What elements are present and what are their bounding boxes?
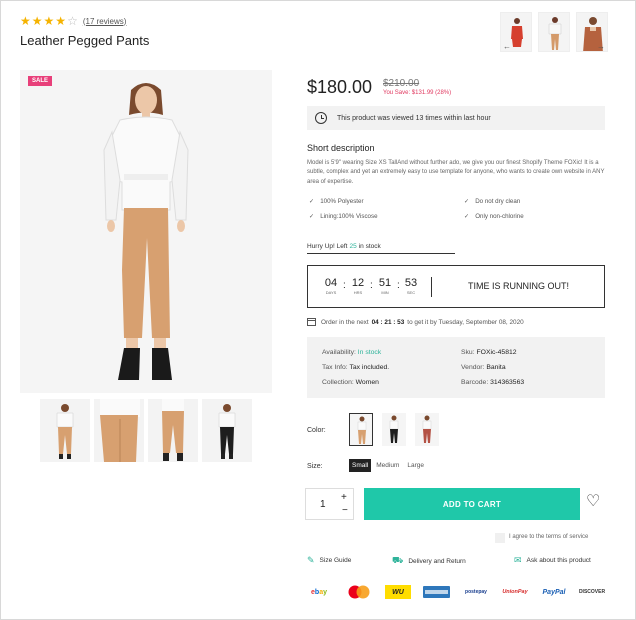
tax-info: Tax Info: Tax included. bbox=[322, 364, 390, 371]
price: $180.00 bbox=[307, 77, 373, 97]
color-swatch-black[interactable] bbox=[382, 413, 406, 446]
model-illustration bbox=[103, 83, 189, 380]
countdown-minutes: 51 MIN bbox=[378, 277, 392, 295]
star-icon: ★ bbox=[43, 14, 55, 28]
feature-item: ✓ Do not dry clean bbox=[464, 198, 521, 205]
plus-icon[interactable]: + bbox=[341, 492, 347, 503]
thumbnail-closeup[interactable] bbox=[94, 399, 144, 462]
collection: Collection: Women bbox=[322, 379, 379, 386]
color-swatch-red[interactable] bbox=[415, 413, 439, 446]
countdown-hours: 12 HRS bbox=[351, 277, 365, 295]
truck-icon: ⛟ bbox=[392, 555, 404, 565]
star-empty-icon: ☆ bbox=[67, 14, 78, 28]
star-icon: ★ bbox=[31, 14, 43, 28]
sale-badge: SALE bbox=[28, 76, 53, 86]
check-icon: ✓ bbox=[464, 198, 470, 205]
size-option-small[interactable]: Small bbox=[349, 459, 372, 472]
countdown-days: 04 DAYS bbox=[324, 277, 338, 295]
size-option-medium[interactable]: Medium bbox=[373, 459, 402, 472]
product-info: Availability: In stock Sku: FOXic-45812 … bbox=[307, 337, 605, 398]
viewed-text: This product was viewed 13 times within … bbox=[337, 114, 491, 122]
sku: Sku: FOXic-45812 bbox=[461, 349, 517, 356]
stock-count: 25 bbox=[349, 243, 357, 250]
feature-item: ✓ Lining:100% Viscose bbox=[309, 213, 378, 220]
stock-notice: Hurry Up! Left 25 in stock bbox=[307, 243, 381, 250]
size-label: Size: bbox=[307, 463, 323, 470]
availability: Availability: In stock bbox=[322, 349, 382, 356]
wishlist-heart-icon[interactable]: ♡ bbox=[586, 494, 600, 510]
terms-checkbox[interactable] bbox=[495, 533, 505, 543]
color-label: Color: bbox=[307, 427, 326, 434]
delivery-link[interactable]: ⛟ Delivery and Return bbox=[392, 555, 466, 567]
size-options: Small Medium Large bbox=[349, 459, 427, 472]
payment-amex-icon bbox=[423, 585, 450, 599]
thumbnail-black[interactable] bbox=[202, 399, 252, 462]
vendor: Vendor: Banita bbox=[461, 364, 506, 371]
feature-item: ✓ Only non-chlorine bbox=[464, 213, 524, 220]
thumbnail-back[interactable] bbox=[148, 399, 198, 462]
countdown-timer: 04 DAYS : 12 HRS : 51 MIN : 53 SEC TIME IS R… bbox=[307, 265, 605, 308]
star-icon: ★ bbox=[20, 14, 31, 28]
payment-ebay: ebay bbox=[311, 588, 327, 596]
ruler-icon: ✎ bbox=[307, 555, 315, 565]
feature-item: ✓ 100% Polyester bbox=[309, 198, 364, 205]
size-option-large[interactable]: Large bbox=[404, 459, 427, 472]
stock-bar bbox=[307, 253, 455, 254]
check-icon: ✓ bbox=[464, 213, 470, 220]
minus-icon[interactable]: − bbox=[342, 505, 348, 516]
payment-discover: DISCOVER bbox=[578, 589, 606, 595]
payment-paypal: PayPal bbox=[542, 588, 566, 596]
clock-icon bbox=[315, 112, 327, 124]
top-thumbnails bbox=[500, 12, 608, 52]
calendar-icon bbox=[307, 318, 316, 326]
mail-icon: ✉ bbox=[514, 555, 522, 565]
star-icon: ★ bbox=[55, 14, 67, 28]
check-icon: ✓ bbox=[309, 198, 315, 205]
old-price: $210.00 bbox=[383, 78, 420, 89]
payment-wu: WU bbox=[385, 585, 411, 599]
thumbnail-front[interactable] bbox=[40, 399, 90, 462]
thumb-prev-arrow[interactable]: ← bbox=[503, 42, 511, 51]
countdown-seconds: 53 SEC bbox=[404, 277, 418, 295]
main-product-image[interactable]: SALE bbox=[20, 70, 272, 393]
payment-mastercard-icon bbox=[345, 585, 373, 599]
viewed-notice: This product was viewed 13 times within … bbox=[307, 106, 605, 130]
product-title: Leather Pegged Pants bbox=[20, 33, 150, 48]
rating: ★ ★ ★ ★ ☆ (17 reviews) bbox=[20, 15, 126, 27]
short-description-title: Short description bbox=[307, 143, 375, 153]
you-save: You Save: $131.99 (28%) bbox=[383, 90, 452, 96]
order-time: 04 : 21 : 53 bbox=[371, 318, 405, 326]
countdown-message: TIME IS RUNNING OUT! bbox=[468, 281, 569, 291]
check-icon: ✓ bbox=[309, 213, 315, 220]
payment-postepay: postepay bbox=[465, 589, 487, 595]
quantity-value[interactable]: 1 bbox=[320, 499, 326, 510]
terms-label[interactable]: I agree to the terms of service bbox=[509, 534, 588, 540]
order-notice: Order in the next 04 : 21 : 53 to get it b… bbox=[307, 318, 524, 326]
color-swatch-tan[interactable] bbox=[349, 413, 373, 446]
barcode: Barcode: 314363563 bbox=[461, 379, 525, 386]
color-swatches bbox=[349, 413, 439, 446]
short-description-text: Model is 5'9" wearing Size XS TallAnd wi… bbox=[307, 160, 605, 185]
quantity-stepper[interactable]: 1 + − bbox=[305, 488, 354, 520]
thumb-next-arrow[interactable]: → bbox=[597, 42, 605, 51]
reviews-link[interactable]: (17 reviews) bbox=[83, 17, 127, 26]
size-guide-link[interactable]: ✎ Size Guide bbox=[307, 555, 351, 566]
payment-unionpay: UnionPay bbox=[502, 589, 528, 595]
top-thumbnail-white[interactable] bbox=[538, 12, 570, 52]
ask-link[interactable]: ✉ Ask about this product bbox=[514, 555, 591, 566]
thumbnail-strip bbox=[40, 399, 252, 462]
add-to-cart-button[interactable]: ADD TO CART bbox=[364, 488, 580, 520]
